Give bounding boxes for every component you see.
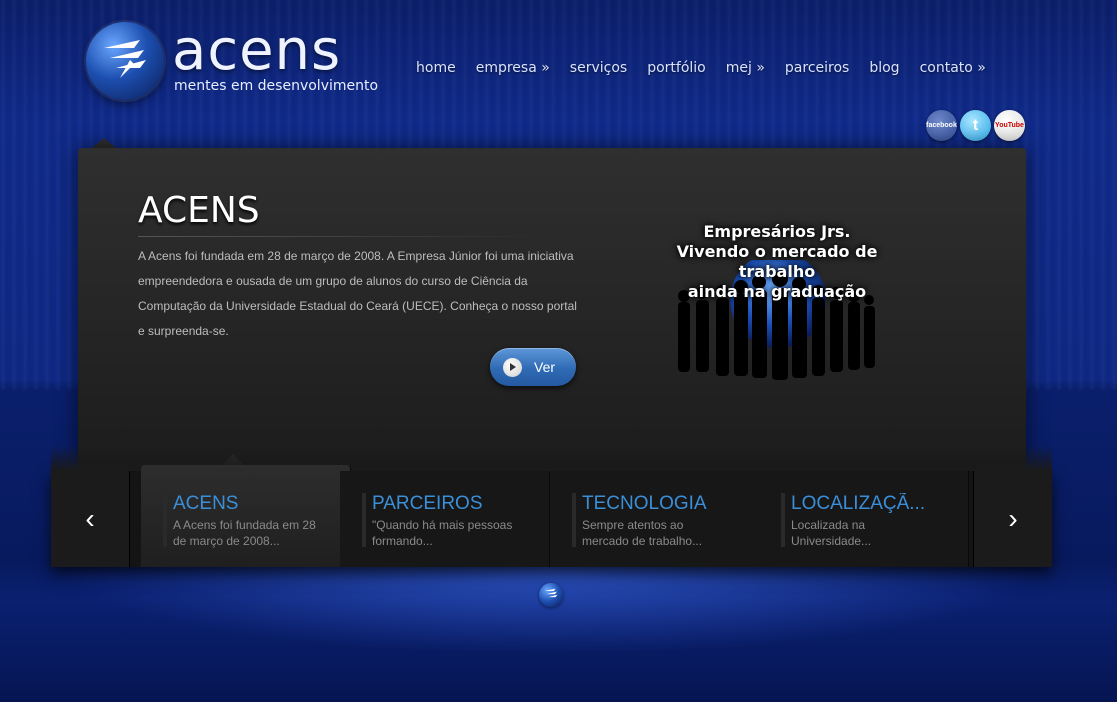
- nav-blog[interactable]: blog: [869, 60, 899, 76]
- facebook-icon[interactable]: facebook: [926, 110, 957, 141]
- tab-bar: [163, 493, 167, 547]
- promo-text: Empresários Jrs. Vivendo o mercado de tr…: [638, 222, 916, 302]
- nav-parceiros[interactable]: parceiros: [785, 60, 849, 76]
- ver-button[interactable]: Ver: [490, 348, 576, 386]
- promo-line-3: ainda na graduação: [687, 282, 867, 301]
- chevron-right-icon: ›: [1008, 503, 1018, 534]
- brand-tagline: mentes em desenvolvimento: [174, 78, 379, 94]
- site-logo[interactable]: acens mentes em desenvolvimento: [86, 18, 386, 102]
- tab-title: ACENS: [173, 493, 239, 514]
- tab-bar: [572, 493, 576, 547]
- next-button[interactable]: ›: [973, 471, 1052, 567]
- promo-banner: Empresários Jrs. Vivendo o mercado de tr…: [638, 222, 916, 380]
- feature-slider: ‹ ACENS A Acens foi fundada em 28 de mar…: [51, 445, 1052, 567]
- panel-notch: [92, 138, 116, 148]
- tab-bar: [362, 493, 366, 547]
- tab-desc: Sempre atentos ao mercado de trabalho...: [582, 518, 703, 548]
- footer-acens-icon[interactable]: [539, 583, 563, 607]
- main-nav: home empresa » serviços portfólio mej » …: [416, 60, 1006, 76]
- hero-title: ACENS: [138, 190, 260, 231]
- prev-button[interactable]: ‹: [51, 471, 130, 567]
- hero-divider: [138, 236, 548, 237]
- hero-text: A Acens foi fundada em 28 de março de 20…: [138, 249, 577, 338]
- brand-name: acens: [172, 18, 342, 83]
- social-links: facebook t YouTube: [926, 110, 1025, 141]
- nav-mej[interactable]: mej »: [726, 60, 765, 76]
- slider-tab-localizacao[interactable]: LOCALIZAÇÃ... Localizada na Universidade…: [759, 471, 969, 567]
- acens-wing-icon: [86, 22, 164, 100]
- play-icon: [503, 358, 522, 377]
- promo-line-1: Empresários Jrs.: [703, 222, 851, 241]
- slider-tab-parceiros[interactable]: PARCEIROS "Quando há mais pessoas forman…: [340, 471, 550, 567]
- tab-title: TECNOLOGIA: [582, 493, 707, 514]
- nav-home[interactable]: home: [416, 60, 456, 76]
- promo-line-2: Vivendo o mercado de trabalho: [676, 242, 878, 281]
- youtube-icon[interactable]: YouTube: [994, 110, 1025, 141]
- slider-tab-tecnologia[interactable]: TECNOLOGIA Sempre atentos ao mercado de …: [550, 471, 760, 567]
- chevron-left-icon: ‹: [85, 503, 95, 534]
- twitter-icon[interactable]: t: [960, 110, 991, 141]
- nav-portfolio[interactable]: portfólio: [647, 60, 706, 76]
- nav-servicos[interactable]: serviços: [570, 60, 627, 76]
- tab-title: LOCALIZAÇÃ...: [791, 493, 926, 514]
- nav-empresa[interactable]: empresa »: [476, 60, 550, 76]
- ver-button-label: Ver: [534, 359, 556, 375]
- tab-desc: Localizada na Universidade...: [791, 518, 872, 548]
- tab-title: PARCEIROS: [372, 493, 483, 514]
- tab-bar: [781, 493, 785, 547]
- tab-desc: "Quando há mais pessoas formando...: [372, 518, 513, 548]
- hero-panel: ACENS A Acens foi fundada em 28 de março…: [78, 148, 1026, 470]
- slider-tab-acens[interactable]: ACENS A Acens foi fundada em 28 de março…: [141, 465, 351, 567]
- tab-desc: A Acens foi fundada em 28 de março de 20…: [173, 518, 316, 548]
- nav-contato[interactable]: contato »: [920, 60, 986, 76]
